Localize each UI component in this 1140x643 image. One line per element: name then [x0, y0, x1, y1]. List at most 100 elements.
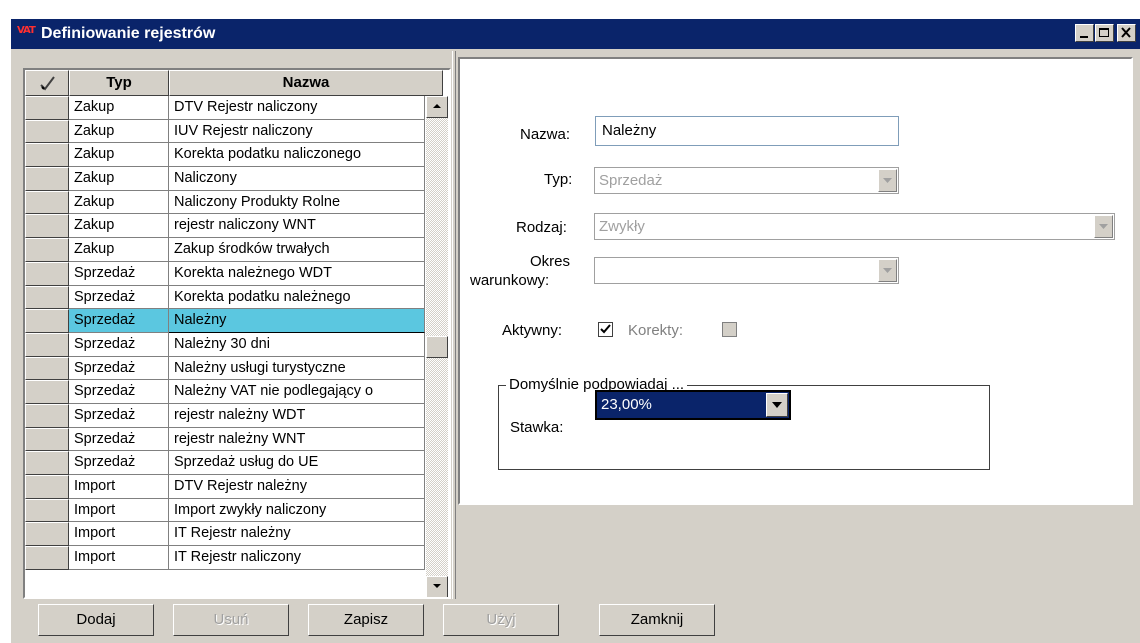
scroll-down-button[interactable] [426, 576, 448, 597]
splitter[interactable] [452, 51, 456, 599]
table-row[interactable]: Zakup IUV Rejestr naliczony [25, 119, 425, 144]
table-row[interactable]: Sprzedaż Należny [25, 309, 425, 333]
cell-nazwa[interactable]: DTV Rejestr należny [169, 475, 425, 499]
cell-typ[interactable]: Zakup [69, 119, 169, 144]
cell-nazwa[interactable]: Należny 30 dni [169, 332, 425, 357]
row-selector[interactable] [25, 403, 69, 428]
row-selector[interactable] [25, 309, 69, 333]
aktywny-checkbox[interactable] [598, 322, 613, 337]
table-row[interactable]: Sprzedaż rejestr należny WDT [25, 403, 425, 428]
row-selector[interactable] [25, 285, 69, 310]
table-row[interactable]: Import DTV Rejestr należny [25, 475, 425, 499]
row-selector[interactable] [25, 356, 69, 381]
cell-typ[interactable]: Zakup [69, 96, 169, 120]
table-row[interactable]: Sprzedaż rejestr należny WNT [25, 427, 425, 452]
table-row[interactable]: Sprzedaż Korekta należnego WDT [25, 261, 425, 286]
column-header-select[interactable] [25, 70, 69, 96]
row-selector[interactable] [25, 427, 69, 452]
cell-typ[interactable]: Sprzedaż [69, 285, 169, 310]
cell-nazwa[interactable]: Korekta podatku naliczonego [169, 143, 425, 168]
cell-typ[interactable]: Sprzedaż [69, 380, 169, 404]
table-row[interactable]: Zakup Korekta podatku naliczonego [25, 143, 425, 168]
stawka-combobox[interactable]: 23,00% [595, 390, 791, 420]
close-button[interactable] [1117, 24, 1136, 42]
table-row[interactable]: Sprzedaż Sprzedaż usług do UE [25, 451, 425, 475]
table-row[interactable]: Sprzedaż Korekta podatku należnego [25, 285, 425, 310]
cell-typ[interactable]: Zakup [69, 214, 169, 239]
row-selector[interactable] [25, 167, 69, 191]
table-row[interactable]: Zakup DTV Rejestr naliczony [25, 96, 425, 120]
table-row[interactable]: Sprzedaż Należny usługi turystyczne [25, 356, 425, 381]
maximize-button[interactable] [1095, 24, 1114, 42]
row-selector[interactable] [25, 498, 69, 523]
cell-nazwa[interactable]: rejestr naliczony WNT [169, 214, 425, 239]
nazwa-input[interactable]: Należny [595, 116, 899, 146]
cell-nazwa[interactable]: Należny [169, 309, 425, 333]
cell-typ[interactable]: Import [69, 498, 169, 523]
row-selector[interactable] [25, 522, 69, 547]
uzyj-button[interactable]: Użyj [443, 604, 559, 636]
cell-typ[interactable]: Sprzedaż [69, 261, 169, 286]
okres-dropdown-button[interactable] [878, 259, 897, 282]
cell-typ[interactable]: Sprzedaż [69, 309, 169, 333]
cell-typ[interactable]: Zakup [69, 167, 169, 191]
typ-dropdown-button[interactable] [878, 169, 897, 192]
usun-button[interactable]: Usuń [173, 604, 289, 636]
table-row[interactable]: Zakup rejestr naliczony WNT [25, 214, 425, 239]
row-selector[interactable] [25, 238, 69, 262]
scroll-thumb[interactable] [426, 336, 448, 358]
rodzaj-dropdown-button[interactable] [1094, 215, 1113, 238]
cell-typ[interactable]: Import [69, 475, 169, 499]
table-row[interactable]: Import IT Rejestr naliczony [25, 546, 425, 570]
cell-typ[interactable]: Sprzedaż [69, 427, 169, 452]
row-selector[interactable] [25, 475, 69, 499]
zamknij-button[interactable]: Zamknij [599, 604, 715, 636]
row-selector[interactable] [25, 143, 69, 168]
okres-warunkowy-combobox[interactable] [594, 257, 899, 284]
cell-nazwa[interactable]: DTV Rejestr naliczony [169, 96, 425, 120]
cell-nazwa[interactable]: Naliczony [169, 167, 425, 191]
dodaj-button[interactable]: Dodaj [38, 604, 154, 636]
title-bar[interactable]: VAT Definiowanie rejestrów [11, 19, 1140, 49]
grid-vertical-scrollbar[interactable] [426, 96, 448, 597]
cell-typ[interactable]: Import [69, 522, 169, 547]
scroll-up-button[interactable] [426, 96, 448, 118]
cell-nazwa[interactable]: IUV Rejestr naliczony [169, 119, 425, 144]
korekty-checkbox[interactable] [722, 322, 737, 337]
row-selector[interactable] [25, 546, 69, 570]
cell-nazwa[interactable]: Należny VAT nie podlegający o [169, 380, 425, 404]
row-selector[interactable] [25, 380, 69, 404]
cell-typ[interactable]: Sprzedaż [69, 451, 169, 475]
row-selector[interactable] [25, 332, 69, 357]
cell-nazwa[interactable]: Korekta podatku należnego [169, 285, 425, 310]
row-selector[interactable] [25, 261, 69, 286]
typ-combobox[interactable]: Sprzedaż [594, 167, 899, 194]
cell-typ[interactable]: Zakup [69, 143, 169, 168]
row-selector[interactable] [25, 119, 69, 144]
cell-nazwa[interactable]: Import zwykły naliczony [169, 498, 425, 523]
table-row[interactable]: Zakup Zakup środków trwałych [25, 238, 425, 262]
zapisz-button[interactable]: Zapisz [308, 604, 424, 636]
table-row[interactable]: Import IT Rejestr należny [25, 522, 425, 547]
table-row[interactable]: Import Import zwykły naliczony [25, 498, 425, 523]
stawka-dropdown-button[interactable] [766, 393, 788, 417]
cell-nazwa[interactable]: IT Rejestr naliczony [169, 546, 425, 570]
cell-nazwa[interactable]: Naliczony Produkty Rolne [169, 190, 425, 215]
table-row[interactable]: Sprzedaż Należny VAT nie podlegający o [25, 380, 425, 404]
cell-typ[interactable]: Zakup [69, 238, 169, 262]
cell-typ[interactable]: Zakup [69, 190, 169, 215]
column-header-typ[interactable]: Typ [69, 70, 169, 96]
row-selector[interactable] [25, 214, 69, 239]
cell-nazwa[interactable]: Zakup środków trwałych [169, 238, 425, 262]
cell-nazwa[interactable]: rejestr należny WDT [169, 403, 425, 428]
column-header-nazwa[interactable]: Nazwa [169, 70, 443, 96]
cell-nazwa[interactable]: IT Rejestr należny [169, 522, 425, 547]
cell-typ[interactable]: Import [69, 546, 169, 570]
cell-nazwa[interactable]: Korekta należnego WDT [169, 261, 425, 286]
cell-nazwa[interactable]: Należny usługi turystyczne [169, 356, 425, 381]
row-selector[interactable] [25, 190, 69, 215]
cell-nazwa[interactable]: rejestr należny WNT [169, 427, 425, 452]
row-selector[interactable] [25, 451, 69, 475]
rodzaj-combobox[interactable]: Zwykły [594, 213, 1115, 240]
minimize-button[interactable] [1075, 24, 1094, 42]
